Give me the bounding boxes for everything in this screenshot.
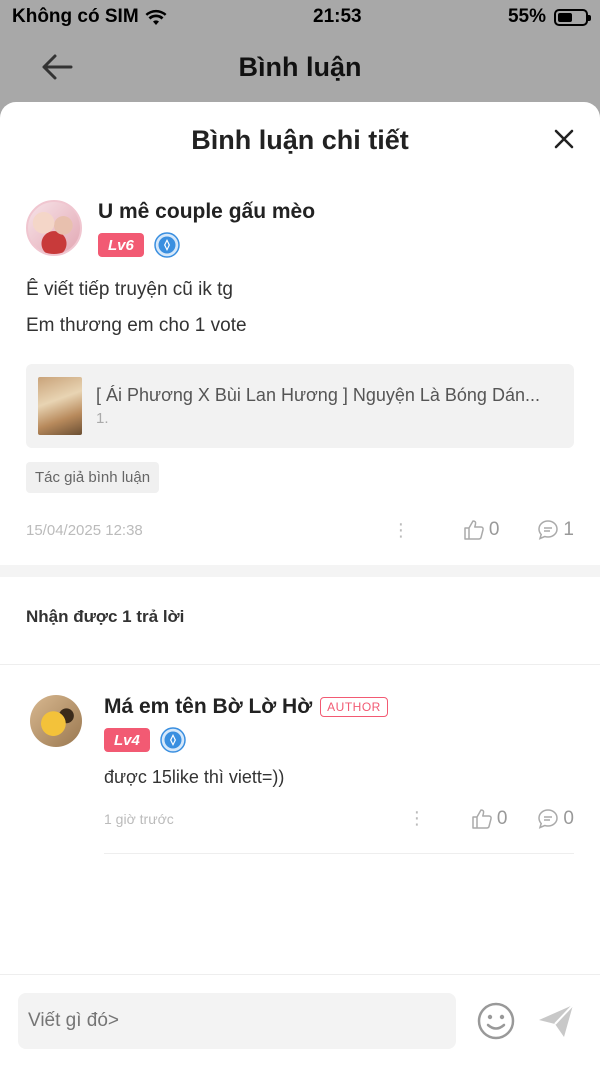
chat-bubble-icon — [538, 808, 559, 829]
comment-meta: 15/04/2025 12:38 ⋮ 0 1 — [26, 515, 574, 545]
vip-badge-icon — [160, 727, 186, 753]
vip-badge-icon — [154, 232, 180, 258]
author-label-badge: AUTHOR — [320, 697, 388, 717]
avatar[interactable] — [26, 200, 82, 256]
nav-bar: Bình luận — [0, 34, 600, 100]
carrier-label: Không có SIM — [12, 6, 139, 27]
sheet-header: Bình luận chi tiết — [0, 102, 600, 178]
comment-line-2: Em thương em cho 1 vote — [26, 315, 247, 336]
battery-icon — [553, 8, 591, 26]
main-comment: U mê couple gấu mèo Lv6 Ê viết tiếp truy… — [0, 200, 600, 545]
more-options-icon[interactable]: ⋮ — [407, 808, 427, 829]
reply-meta: 1 giờ trước ⋮ 0 0 — [104, 802, 574, 854]
level-badge: Lv6 — [98, 233, 144, 257]
reply-author-badges: Lv4 — [104, 727, 574, 753]
chat-bubble-icon — [538, 520, 559, 540]
story-chapter: 1. — [96, 410, 109, 427]
reply-count: 1 — [563, 519, 574, 540]
reply-reply-button[interactable]: 0 — [537, 808, 574, 830]
reply-text: được 15like thì viett=)) — [104, 767, 285, 787]
battery-percent: 55% — [507, 6, 546, 27]
nav-title: Bình luận — [238, 51, 362, 82]
author-name[interactable]: U mê couple gấu mèo — [98, 200, 315, 224]
comment-author-row: U mê couple gấu mèo Lv6 — [26, 200, 574, 258]
reply-like-count: 0 — [496, 807, 508, 829]
thumbs-up-icon — [464, 520, 484, 540]
reply-time: 1 giờ trước — [104, 810, 174, 827]
replies-header: Nhận được 1 trả lời — [0, 577, 600, 665]
send-icon[interactable] — [536, 1001, 576, 1041]
more-options-icon[interactable]: ⋮ — [391, 520, 411, 541]
thumbs-up-icon — [472, 808, 492, 829]
story-title: [ Ái Phương X Bùi Lan Hương ] Nguyện Là … — [96, 385, 540, 405]
status-time: 21:53 — [313, 6, 362, 27]
comment-line-1: Ê viết tiếp truyện cũ ik tg — [26, 279, 233, 300]
reply-reply-count: 0 — [563, 807, 574, 829]
story-card[interactable]: [ Ái Phương X Bùi Lan Hương ] Nguyện Là … — [26, 364, 574, 448]
status-bar: Không có SIM 21:53 55% — [0, 0, 600, 34]
arrow-left-icon[interactable] — [40, 52, 74, 82]
reply-like-button[interactable]: 0 — [471, 807, 508, 830]
status-right: 55% — [507, 6, 591, 28]
reply-name-row: Má em tên Bờ Lờ Hờ AUTHOR — [104, 695, 574, 719]
author-comment-tag: Tác giả bình luận — [26, 462, 160, 493]
author-badges: Lv6 — [98, 232, 315, 258]
like-count: 0 — [488, 519, 500, 540]
story-info: [ Ái Phương X Bùi Lan Hương ] Nguyện Là … — [96, 385, 562, 427]
story-cover-image — [38, 377, 82, 435]
reply-button[interactable]: 1 — [537, 519, 574, 541]
comment-detail-sheet: Bình luận chi tiết U mê couple gấu mèo L… — [0, 102, 600, 1067]
battery-fill — [557, 12, 573, 22]
sheet-title: Bình luận chi tiết — [191, 124, 409, 155]
wifi-icon — [145, 9, 167, 25]
comment-text: Ê viết tiếp truyện cũ ik tg Em thương em… — [26, 272, 574, 344]
reply-avatar[interactable] — [30, 695, 82, 747]
comment-date: 15/04/2025 12:38 — [26, 521, 143, 539]
reply-author-name[interactable]: Má em tên Bờ Lờ Hờ — [104, 695, 312, 719]
comment-input-bar — [0, 974, 600, 1067]
emoji-icon[interactable] — [476, 1001, 516, 1041]
status-left: Không có SIM — [12, 6, 167, 28]
reply-level-badge: Lv4 — [104, 728, 150, 752]
like-button[interactable]: 0 — [463, 519, 500, 541]
close-icon[interactable] — [554, 129, 574, 149]
reply-item: Má em tên Bờ Lờ Hờ AUTHOR Lv4 được 15lik… — [0, 665, 600, 854]
author-info: U mê couple gấu mèo Lv6 — [98, 200, 315, 258]
reply-body: Má em tên Bờ Lờ Hờ AUTHOR Lv4 được 15lik… — [104, 695, 574, 854]
section-divider — [0, 565, 600, 577]
comment-input[interactable] — [18, 993, 456, 1049]
